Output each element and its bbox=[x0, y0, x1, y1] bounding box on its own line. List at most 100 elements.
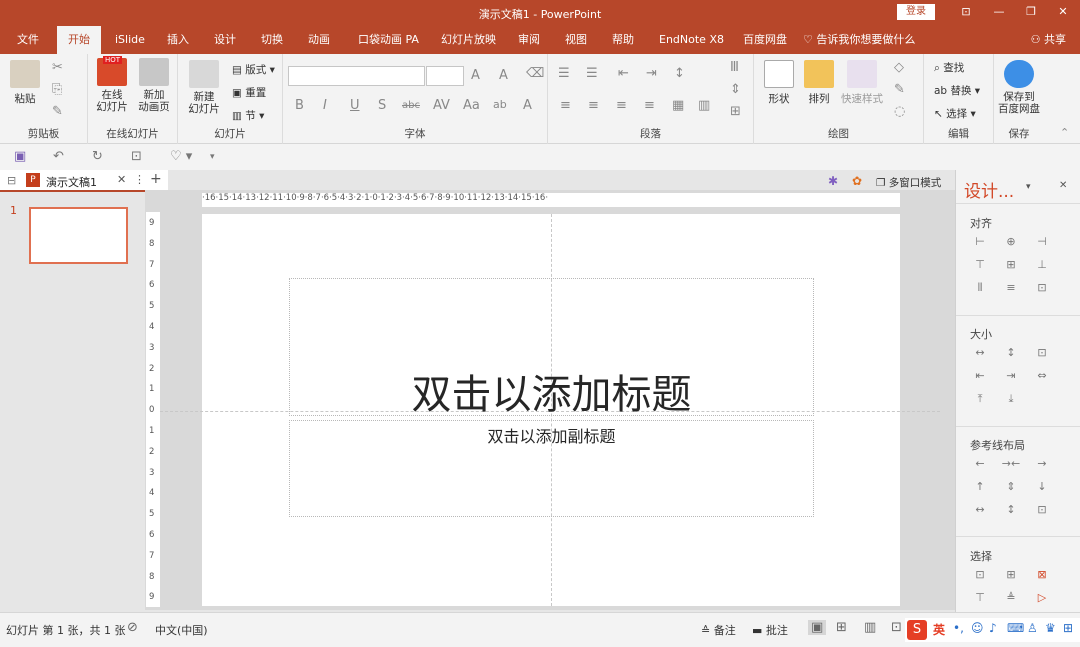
ime-mode[interactable]: 英 bbox=[933, 621, 945, 638]
comments-button[interactable]: ▬ 批注 bbox=[752, 622, 788, 638]
home-tab-icon[interactable]: ⊟ bbox=[7, 174, 16, 187]
font-color-button[interactable]: A bbox=[523, 98, 532, 113]
shadow-button[interactable]: S bbox=[378, 98, 386, 113]
shapes-button[interactable]: 形状 bbox=[762, 60, 796, 106]
tab-endnote[interactable]: EndNote X8 bbox=[659, 26, 724, 54]
quick-styles-button[interactable]: 快速样式 bbox=[840, 60, 884, 106]
align-right-icon[interactable]: ⊣ bbox=[1028, 232, 1056, 252]
distribute-icon[interactable]: ▦ bbox=[672, 98, 684, 113]
stretch-right-icon[interactable]: ⇥ bbox=[997, 366, 1025, 386]
layout-button[interactable]: ▤ 版式 ▾ bbox=[232, 62, 275, 77]
stretch-left-icon[interactable]: ⇤ bbox=[966, 366, 994, 386]
align-slide-icon[interactable]: ⊡ bbox=[1028, 278, 1056, 298]
sogou-icon[interactable]: S bbox=[907, 620, 927, 640]
columns-icon[interactable]: ▥ bbox=[698, 98, 710, 113]
tab-home[interactable]: 开始 bbox=[57, 26, 101, 54]
slide-sorter-icon[interactable]: ⊞ bbox=[836, 620, 847, 635]
highlight-button[interactable]: ab bbox=[493, 98, 507, 111]
guide-center-h-icon[interactable]: ⇕ bbox=[997, 477, 1025, 497]
keyboard-icon[interactable]: ⌨ bbox=[1007, 621, 1024, 635]
multi-window-button[interactable]: ❐ 多窗口模式 bbox=[876, 175, 941, 190]
guide-height-icon[interactable]: ↕ bbox=[997, 500, 1025, 520]
guide-center-v-icon[interactable]: →← bbox=[997, 454, 1025, 474]
redo-icon[interactable]: ↻ bbox=[92, 149, 103, 164]
select-top-icon[interactable]: ⊤ bbox=[966, 588, 994, 608]
mic-icon[interactable]: ♪ bbox=[989, 621, 997, 635]
save-icon[interactable]: ▣ bbox=[14, 149, 26, 164]
tab-design[interactable]: 设计 bbox=[214, 26, 236, 54]
tab-insert[interactable]: 插入 bbox=[167, 26, 189, 54]
shape-fill-icon[interactable]: ◇ bbox=[894, 60, 904, 75]
align-center-icon[interactable]: ⊕ bbox=[997, 232, 1025, 252]
touch-mode-icon[interactable]: ♡ ▾ bbox=[170, 149, 192, 164]
smartart-icon[interactable]: ⊞ bbox=[730, 104, 741, 119]
add-tab-icon[interactable]: + bbox=[150, 171, 162, 187]
tab-baidu-disk[interactable]: 百度网盘 bbox=[743, 26, 787, 54]
save-to-baidu-button[interactable]: 保存到 百度网盘 bbox=[994, 60, 1044, 115]
close-tab-icon[interactable]: ✕ bbox=[117, 173, 126, 186]
pane-dropdown-icon[interactable]: ▾ bbox=[1026, 182, 1031, 192]
grow-font-icon[interactable]: A bbox=[471, 68, 480, 83]
reset-button[interactable]: ▣ 重置 bbox=[232, 85, 266, 100]
numbering-icon[interactable]: ☰ bbox=[586, 66, 598, 81]
align-text-icon[interactable]: ⇕ bbox=[730, 82, 741, 97]
gear-icon[interactable]: ✿ bbox=[852, 174, 862, 188]
font-name-combo[interactable] bbox=[288, 66, 425, 86]
guide-width-icon[interactable]: ↔ bbox=[966, 500, 994, 520]
online-slide-button[interactable]: HOT 在线 幻灯片 bbox=[92, 56, 132, 113]
font-size-combo[interactable] bbox=[426, 66, 464, 86]
decrease-indent-icon[interactable]: ⇤ bbox=[618, 66, 629, 81]
shrink-font-icon[interactable]: A bbox=[499, 68, 508, 83]
tab-file[interactable]: 文件 bbox=[17, 26, 39, 54]
tab-view[interactable]: 视图 bbox=[565, 26, 587, 54]
align-left-icon[interactable]: ⊢ bbox=[966, 232, 994, 252]
tab-review[interactable]: 审阅 bbox=[518, 26, 540, 54]
doc-tab[interactable]: ⊟ P 演示文稿1 ✕ ⋮ + bbox=[0, 170, 168, 192]
islide-icon[interactable]: ✱ bbox=[828, 174, 838, 188]
copy-icon[interactable]: ⎘ bbox=[52, 82, 62, 97]
maximize-icon[interactable]: ❐ bbox=[1021, 4, 1041, 20]
guide-bottom-icon[interactable]: ↓ bbox=[1028, 477, 1056, 497]
line-spacing-icon[interactable]: ↕ bbox=[674, 66, 685, 81]
ribbon-display-icon[interactable]: ⊡ bbox=[956, 4, 976, 20]
bullets-icon[interactable]: ☰ bbox=[558, 66, 570, 81]
select-pointer-icon[interactable]: ▷ bbox=[1028, 588, 1056, 608]
increase-indent-icon[interactable]: ⇥ bbox=[646, 66, 657, 81]
punct-icon[interactable]: •, bbox=[953, 621, 964, 635]
paste-button[interactable]: 粘贴 bbox=[8, 60, 42, 106]
close-pane-icon[interactable]: ✕ bbox=[1059, 180, 1067, 191]
new-anim-page-button[interactable]: 新加 动画页 bbox=[134, 58, 174, 113]
section-button[interactable]: ▥ 节 ▾ bbox=[232, 108, 264, 123]
bold-button[interactable]: B bbox=[295, 98, 304, 113]
stretch-h-icon[interactable]: ⇔ bbox=[1028, 366, 1056, 386]
underline-button[interactable]: U bbox=[350, 98, 360, 113]
tab-animations[interactable]: 动画 bbox=[308, 26, 330, 54]
language-status[interactable]: 中文(中国) bbox=[155, 622, 208, 638]
tab-help[interactable]: 帮助 bbox=[612, 26, 634, 54]
tab-transitions[interactable]: 切换 bbox=[261, 26, 283, 54]
tab-islide[interactable]: iSlide bbox=[115, 26, 145, 54]
guide-right-icon[interactable]: → bbox=[1028, 454, 1056, 474]
same-size-icon[interactable]: ⊡ bbox=[1028, 343, 1056, 363]
clear-format-icon[interactable]: ⌫ bbox=[526, 66, 544, 81]
find-button[interactable]: ⌕ 查找 bbox=[934, 60, 964, 75]
reading-view-icon[interactable]: ▥ bbox=[864, 620, 876, 635]
distribute-v-icon[interactable]: ≡ bbox=[997, 278, 1025, 298]
replace-button[interactable]: ab 替换 ▾ bbox=[934, 83, 980, 98]
login-button[interactable]: 登录 bbox=[897, 4, 935, 20]
more-icon[interactable]: ⋮ bbox=[134, 173, 145, 186]
align-bottom-icon[interactable]: ⊥ bbox=[1028, 255, 1056, 275]
arrange-button[interactable]: 排列 bbox=[802, 60, 836, 106]
horizontal-ruler[interactable]: ·16·15·14·13·12·11·10·9·8·7·6·5·4·3·2·1·… bbox=[202, 193, 900, 207]
format-painter-icon[interactable]: ✎ bbox=[52, 104, 63, 119]
slideshow-view-icon[interactable]: ⊡ bbox=[891, 620, 902, 635]
guide-left-icon[interactable]: ← bbox=[966, 454, 994, 474]
guide-top-icon[interactable]: ↑ bbox=[966, 477, 994, 497]
spacing-button[interactable]: AV bbox=[433, 98, 450, 113]
select-type-icon[interactable]: ⊞ bbox=[997, 565, 1025, 585]
notes-button[interactable]: ≙ 备注 bbox=[701, 622, 736, 638]
select-button[interactable]: ↖ 选择 ▾ bbox=[934, 106, 976, 121]
share-button[interactable]: ⚇ 共享 bbox=[1031, 26, 1066, 54]
select-same-icon[interactable]: ⊡ bbox=[966, 565, 994, 585]
tab-slideshow[interactable]: 幻灯片放映 bbox=[441, 26, 496, 54]
